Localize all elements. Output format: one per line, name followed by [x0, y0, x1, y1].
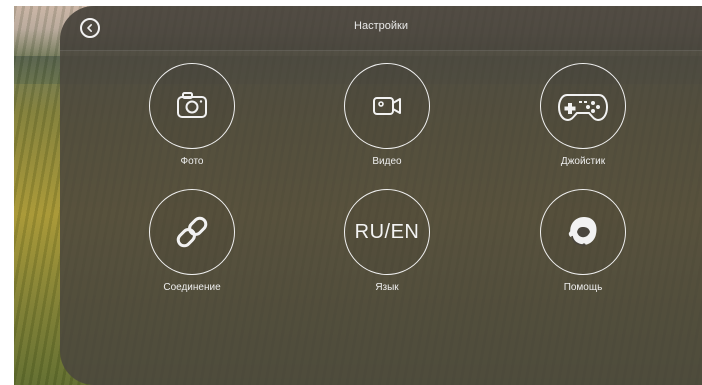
tile-joystick[interactable]: Джойстик: [528, 63, 638, 167]
video-camera-icon: [373, 97, 401, 115]
gamepad-icon: [557, 94, 609, 122]
tile-label-joystick: Джойстик: [560, 156, 606, 167]
tile-help[interactable]: Помощь: [528, 189, 638, 293]
settings-header: Настройки: [60, 6, 702, 51]
language-code-text: RU/EN: [354, 220, 420, 243]
connection-circle[interactable]: [149, 189, 235, 275]
tile-photo[interactable]: Фото: [137, 63, 247, 167]
tile-label-video: Видео: [372, 156, 402, 167]
tile-label-language: Язык: [375, 282, 399, 293]
joystick-circle[interactable]: [540, 63, 626, 149]
link-chain-icon: [176, 216, 208, 248]
camera-icon: [177, 92, 207, 118]
tile-label-photo: Фото: [180, 156, 204, 167]
tile-label-help: Помощь: [563, 282, 603, 293]
settings-panel: Настройки Фото Видео Джойстик Соединение…: [60, 6, 702, 385]
tile-language[interactable]: RU/EN Язык: [332, 189, 442, 293]
page-title: Настройки: [354, 20, 408, 32]
photo-circle[interactable]: [149, 63, 235, 149]
language-circle[interactable]: RU/EN: [344, 189, 430, 275]
support-headset-icon: [568, 217, 597, 247]
tile-label-connection: Соединение: [163, 282, 221, 293]
video-circle[interactable]: [344, 63, 430, 149]
help-circle[interactable]: [540, 189, 626, 275]
tile-video[interactable]: Видео: [332, 63, 442, 167]
tile-connection[interactable]: Соединение: [137, 189, 247, 293]
